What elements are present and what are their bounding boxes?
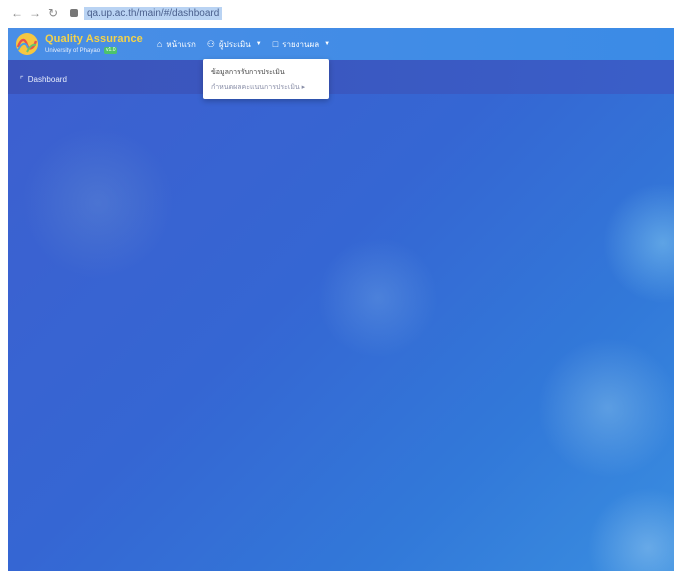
comment-icon: □ — [272, 39, 279, 49]
qa-logo-icon[interactable] — [15, 32, 39, 56]
address-bar[interactable]: qa.up.ac.th/main/#/dashboard — [84, 6, 223, 20]
menu-item-reports[interactable]: □ รายงานผล ▼ — [273, 38, 330, 51]
caret-down-icon: ▼ — [255, 41, 262, 47]
forward-arrow-icon[interactable]: → — [26, 6, 44, 20]
users-icon: ⚇ — [206, 38, 215, 49]
top-navbar: Quality Assurance University of Phayao v… — [8, 28, 674, 60]
dropdown-item-assessment-info[interactable]: ข้อมูลการรับการประเมิน — [211, 67, 285, 78]
chart-icon: ⌜ — [20, 75, 24, 84]
sub-header-bar — [8, 60, 674, 94]
reload-icon[interactable]: ↻ — [44, 6, 62, 20]
browser-toolbar: ← → ↻ qa.up.ac.th/main/#/dashboard — [0, 0, 674, 26]
brand-subtitle: University of Phayao — [45, 47, 101, 54]
home-icon: ⌂ — [156, 39, 163, 49]
version-badge: v1.0 — [104, 47, 118, 54]
back-arrow-icon[interactable]: ← — [8, 6, 26, 20]
main-menu: ⌂ หน้าแรก ⚇ ผู้ประเมิน ▼ □ รายงานผล ▼ — [157, 38, 341, 51]
lock-icon[interactable] — [70, 9, 78, 17]
brand[interactable]: Quality Assurance University of Phayao v… — [45, 34, 143, 54]
breadcrumb-label: Dashboard — [27, 75, 67, 84]
breadcrumb[interactable]: ⌜ Dashboard — [20, 75, 67, 84]
menu-item-assessor[interactable]: ⚇ ผู้ประเมิน ▼ — [207, 38, 262, 51]
caret-down-icon: ▼ — [324, 41, 331, 47]
menu-item-home[interactable]: ⌂ หน้าแรก — [157, 38, 196, 51]
brand-title: Quality Assurance — [45, 33, 143, 45]
menu-item-label: รายงานผล — [282, 39, 320, 49]
dropdown-item-score-settings[interactable]: กำหนดผลคะแนนการประเมิน ▸ — [211, 82, 305, 93]
assessor-dropdown-menu: ข้อมูลการรับการประเมิน กำหนดผลคะแนนการปร… — [203, 59, 329, 99]
menu-item-label: ผู้ประเมิน — [218, 39, 251, 49]
page-content: Quality Assurance University of Phayao v… — [8, 28, 674, 571]
menu-item-label: หน้าแรก — [166, 39, 196, 49]
